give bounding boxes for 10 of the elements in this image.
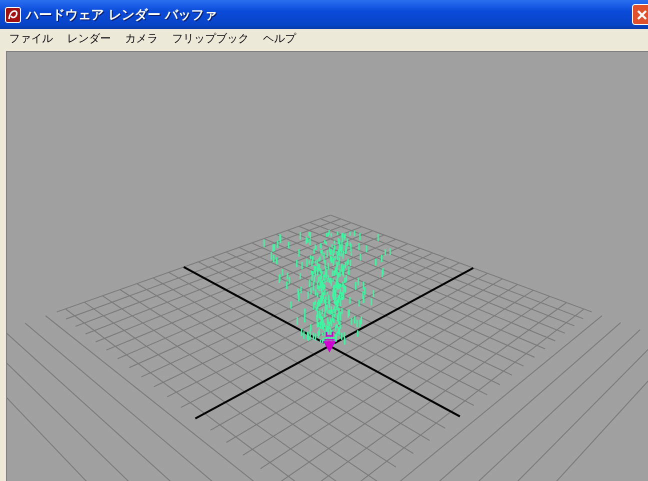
menu-item[interactable]: カメラ bbox=[118, 31, 165, 46]
window-title: ハードウェア レンダー バッファ bbox=[26, 6, 218, 24]
close-icon bbox=[636, 8, 648, 20]
app-icon bbox=[5, 6, 21, 22]
menu-item[interactable]: ファイル bbox=[2, 31, 60, 46]
emitter-icon bbox=[324, 331, 336, 353]
menu-item[interactable]: ヘルプ bbox=[256, 31, 303, 46]
menu-item[interactable]: レンダー bbox=[60, 31, 118, 46]
menu-item[interactable]: フリップブック bbox=[165, 31, 256, 46]
close-button[interactable] bbox=[632, 4, 648, 25]
